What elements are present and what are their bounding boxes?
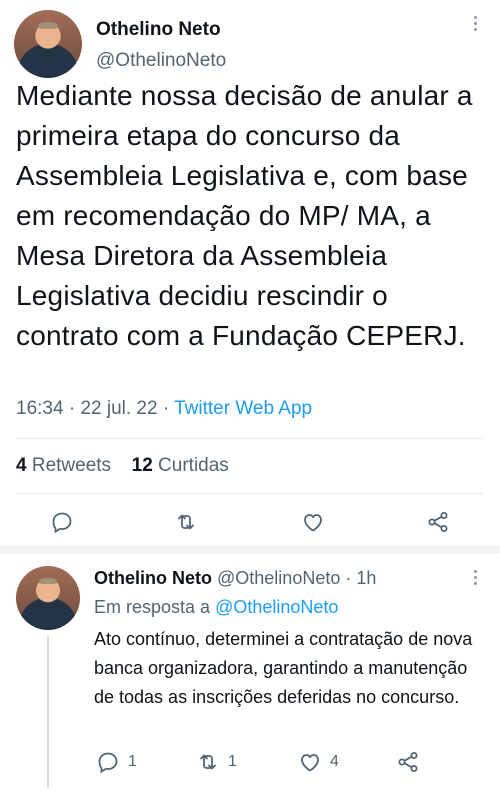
like-count: 4 [330,753,339,770]
author-avatar[interactable] [14,10,82,78]
tweet-stats: 4 Retweets 12 Curtidas [16,455,229,477]
section-separator [0,546,500,554]
author-name[interactable]: Othelino Neto [96,19,221,41]
retweet-icon [178,514,194,530]
reply-reply-button[interactable]: 1 [96,750,137,774]
reply-count: 1 [128,753,137,770]
reply-like-button[interactable]: 4 [298,750,339,774]
replying-to-handle[interactable]: @OthelinoNeto [215,597,338,617]
reply-author-name[interactable]: Othelino Neto [94,568,212,588]
retweets-stat[interactable]: 4 Retweets [16,455,111,476]
more-vertical-icon[interactable] [468,16,482,38]
reply-author-avatar[interactable] [16,566,80,630]
retweet-button[interactable] [174,510,198,534]
heart-icon [301,754,319,772]
likes-stat[interactable]: 12 Curtidas [132,455,229,476]
divider [16,438,484,439]
meta-separator: · [345,568,357,588]
author-handle[interactable]: @OthelinoNeto [96,50,226,72]
reply-retweet-button[interactable]: 1 [196,750,237,774]
share-icon [398,752,418,772]
like-button[interactable] [301,510,325,534]
retweet-count: 1 [228,753,237,770]
tweet-text: Mediante nossa decisão de anular a prime… [16,80,473,351]
reply-icon [52,512,72,534]
tweet-date: 22 jul. 22 [80,398,158,419]
reply-author-handle[interactable]: @OthelinoNeto [217,568,340,588]
reply-button[interactable] [50,510,74,534]
reply-text: Ato contínuo, determinei a contratação d… [94,629,473,707]
reply-header: Othelino Neto @OthelinoNeto · 1h [94,568,376,589]
replying-to-label: Em resposta a [94,597,211,617]
reply-age: 1h [356,568,377,588]
share-icon [428,512,448,532]
heart-icon [304,514,322,532]
meta-separator: · [68,398,81,419]
share-button[interactable] [426,510,450,534]
divider [16,493,484,494]
reply-share-button[interactable] [396,750,420,774]
reply-icon [98,752,118,774]
retweet-icon [200,754,216,770]
meta-separator: · [162,398,175,419]
thread-line [47,636,49,788]
replying-to: Em resposta a @OthelinoNeto [94,597,338,618]
main-tweet: Othelino Neto @OthelinoNeto Mediante nos… [0,0,500,550]
tweet-time: 16:34 [16,398,64,419]
tweet-source-link[interactable]: Twitter Web App [174,398,312,419]
more-vertical-icon[interactable] [468,570,482,592]
tweet-meta: 16:34 · 22 jul. 22 · Twitter Web App [16,398,312,420]
